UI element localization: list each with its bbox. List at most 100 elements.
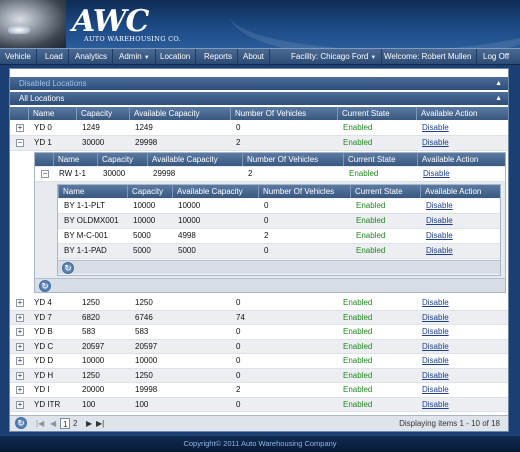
disable-link[interactable]: Disable [418,296,449,310]
cell-vehicles: 0 [236,399,241,409]
facility-selector[interactable]: Facility: Chicago Ford ▼ [286,49,383,65]
nav-item-analytics[interactable]: Analytics [70,49,114,65]
table-row: BY OLDMX001 10000 10000 0 Enabled Disabl… [58,214,500,229]
nav-item-about[interactable]: About [238,49,270,65]
col-name[interactable]: Name [53,153,79,166]
collapse-icon[interactable]: ▲ [495,92,502,105]
disable-link[interactable]: Disable [418,383,449,397]
facility-label: Facility: Chicago Ford [291,52,369,61]
nav-label: Analytics [75,52,108,61]
col-name[interactable]: Name [58,185,84,198]
cell-capacity: 100 [82,399,96,409]
nav-item-admin[interactable]: Admin ▼ [114,49,156,65]
welcome-user: Welcome: Robert Mullen [379,49,478,65]
cell-available: 29998 [153,169,176,178]
copyright-text: Copyright© 2011 Auto Warehousing Company [183,439,337,448]
nav-item-location[interactable]: Location [155,49,197,65]
col-capacity[interactable]: Capacity [76,107,112,120]
col-available-capacity[interactable]: Available Capacity [147,153,218,166]
disable-link[interactable]: Disable [418,136,449,150]
nav-item-load[interactable]: Load [40,49,69,65]
cell-capacity: 10000 [133,216,156,225]
col-capacity[interactable]: Capacity [97,153,133,166]
disable-link[interactable]: Disable [418,369,449,383]
nav-label: About [243,52,264,61]
disable-link[interactable]: Disable [418,311,449,325]
table-row: + YD I 20000 19998 2 Enabled Disable [10,383,508,398]
table-row: BY 1-1-PAD 5000 5000 0 Enabled Disable [58,244,500,259]
bays-refresh-bar: ↻ [58,260,500,274]
plus-icon[interactable]: + [16,400,24,409]
minus-icon[interactable]: − [16,139,24,147]
disable-link[interactable]: Disable [419,167,450,181]
col-available-action[interactable]: Available Action [417,153,478,166]
minus-icon[interactable]: − [41,170,49,178]
disable-link[interactable]: Disable [418,354,449,368]
page-2-button[interactable]: 2 [73,418,77,429]
col-available-capacity[interactable]: Available Capacity [129,107,200,120]
col-available-capacity[interactable]: Available Capacity [172,185,243,198]
section-title: Disabled Locations [19,79,87,88]
plus-icon[interactable]: + [16,299,24,307]
plus-icon[interactable]: + [16,357,24,365]
cell-vehicles: 0 [236,327,241,336]
plus-icon[interactable]: + [16,124,24,132]
plus-icon[interactable]: + [16,386,24,394]
plus-icon[interactable]: + [16,328,24,336]
disable-link[interactable]: Disable [418,121,449,135]
col-name[interactable]: Name [28,107,54,120]
col-number-of-vehicles[interactable]: Number Of Vehicles [258,185,334,198]
cell-name: YD 0 [34,123,52,132]
col-current-state[interactable]: Current State [350,185,403,198]
col-current-state[interactable]: Current State [343,153,396,166]
refresh-icon[interactable]: ↻ [39,280,51,292]
refresh-icon[interactable]: ↻ [62,262,74,274]
cell-vehicles: 0 [264,216,269,225]
disable-link[interactable]: Disable [422,229,453,243]
last-page-icon[interactable]: ▶| [96,418,104,429]
collapse-icon[interactable]: ▲ [495,77,502,90]
all-locations-header[interactable]: All Locations ▲ [10,92,508,105]
bays-table-header: Name Capacity Available Capacity Number … [58,185,500,198]
cell-available: 20597 [135,341,158,351]
plus-icon[interactable]: + [16,371,24,380]
cell-vehicles: 0 [236,298,241,307]
cell-state: Enabled [343,356,373,365]
cell-name: YD I [34,385,50,394]
disable-link[interactable]: Disable [422,214,453,228]
plus-icon[interactable]: + [16,313,24,322]
rows-refresh-bar: ↻ [35,278,505,292]
caret-down-icon: ▼ [370,55,377,61]
cell-name: YD D [34,356,54,365]
prev-page-icon[interactable]: ◀ [50,418,56,429]
cell-vehicles: 0 [236,370,241,380]
disable-link[interactable]: Disable [422,244,453,258]
cell-vehicles: 0 [264,246,269,255]
disable-link[interactable]: Disable [422,199,453,213]
col-number-of-vehicles[interactable]: Number Of Vehicles [230,107,306,120]
logoff-button[interactable]: Log Off [478,49,514,65]
next-page-icon[interactable]: ▶ [86,418,92,429]
cell-available: 10000 [178,201,201,210]
cell-name: RW 1-1 [59,169,86,178]
disable-link[interactable]: Disable [418,398,449,412]
col-number-of-vehicles[interactable]: Number Of Vehicles [242,153,318,166]
col-available-action[interactable]: Available Action [420,185,481,198]
nav-item-reports[interactable]: Reports [199,49,239,65]
disable-link[interactable]: Disable [418,340,449,354]
disabled-locations-header[interactable]: Disabled Locations ▲ [10,77,508,90]
col-current-state[interactable]: Current State [337,107,390,120]
disable-link[interactable]: Disable [418,325,449,339]
table-row: + YD D 10000 10000 0 Enabled Disable [10,354,508,369]
company-logo[interactable]: AWC AUTO WAREHOUSING CO. [72,6,192,44]
first-page-icon[interactable]: |◀ [36,418,44,429]
page-1-button[interactable]: 1 [60,418,71,429]
refresh-icon[interactable]: ↻ [15,417,27,429]
nav-item-vehicle[interactable]: Vehicle [0,49,37,65]
main-nav: Vehicle Load Analytics Admin ▼ Location R… [0,48,520,65]
rows-table-header: Name Capacity Available Capacity Number … [35,153,505,166]
col-capacity[interactable]: Capacity [127,185,163,198]
plus-icon[interactable]: + [16,342,24,351]
cell-state: Enabled [356,216,386,225]
col-available-action[interactable]: Available Action [416,107,477,120]
